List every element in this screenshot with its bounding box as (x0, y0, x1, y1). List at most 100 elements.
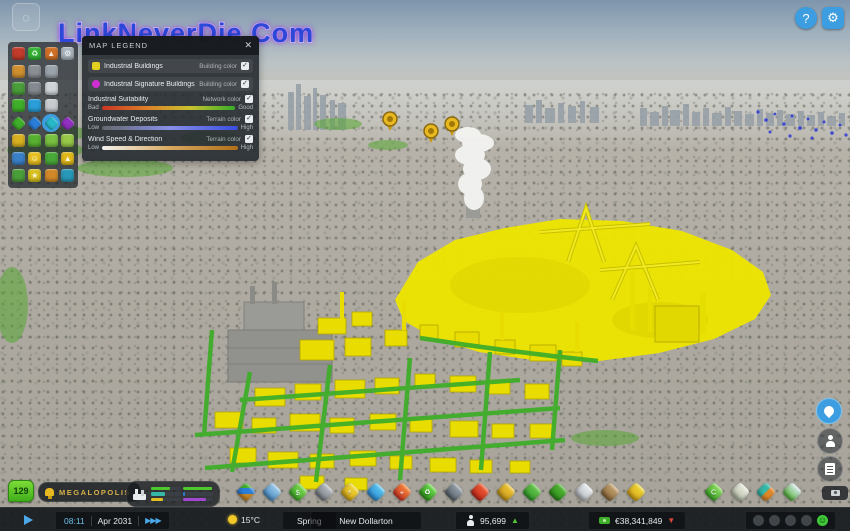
infoview-hazard-icon[interactable]: ▲ (43, 46, 59, 62)
transportation-tool[interactable] (519, 484, 545, 500)
infoview-water-icon[interactable] (27, 98, 43, 114)
sun-icon (228, 515, 237, 524)
weather-widget[interactable]: 15°C (228, 511, 260, 528)
infoview-residential-icon[interactable] (10, 115, 26, 131)
garbage-tool[interactable]: ♻ (415, 484, 441, 500)
person-icon (824, 435, 836, 447)
happiness-step-4 (801, 515, 812, 526)
game-screen: ◌ LinkNeverDie.Com ? ⚙ ♻ ▲ ⚙ (0, 0, 850, 531)
infoview-health-icon[interactable] (43, 98, 59, 114)
infoview-industrial-icon[interactable] (43, 115, 59, 131)
checkbox[interactable]: ✓ (245, 95, 253, 103)
map-pin-icon (822, 404, 836, 418)
happiness-widget[interactable]: ☺ (745, 511, 836, 530)
temperature-value: 15°C (241, 515, 260, 525)
factory-icon (133, 489, 146, 500)
map-legend-panel: MAP LEGEND ✕ Industrial Buildings Buildi… (82, 36, 259, 161)
infoview-maintenance-icon[interactable]: ⚙ (60, 46, 76, 62)
demand-residential-2 (183, 487, 213, 491)
infoview-levels-icon[interactable] (10, 98, 26, 114)
infoview-industry-icon[interactable] (27, 63, 43, 79)
police-tool[interactable] (493, 484, 519, 500)
healthcare-tool[interactable]: + (389, 484, 415, 500)
checkbox[interactable]: ✓ (245, 115, 253, 123)
signature-tool[interactable] (259, 484, 285, 500)
communications-tool[interactable] (571, 484, 597, 500)
infoview-warning-icon[interactable]: ▲ (60, 150, 76, 166)
statistics-panel[interactable] (753, 484, 779, 500)
infoview-terrain-icon[interactable] (10, 150, 26, 166)
monuments-panel[interactable] (779, 484, 805, 500)
economy-zones-tool[interactable]: $ (285, 484, 311, 500)
infoview-happiness-icon[interactable]: ☺ (27, 150, 43, 166)
smokestack (455, 127, 494, 218)
checkbox[interactable]: ✓ (241, 62, 249, 70)
electricity-tool[interactable]: ⚡ (337, 484, 363, 500)
zones-tool[interactable] (233, 484, 259, 500)
demand-indicator[interactable] (126, 481, 220, 507)
factory-complex (228, 282, 332, 382)
economy-panel[interactable]: C (701, 484, 727, 500)
education-tool[interactable] (441, 484, 467, 500)
infoview-progression-icon[interactable] (10, 46, 26, 62)
infoview-growth-icon[interactable] (27, 133, 43, 149)
infoview-welfare-icon[interactable] (10, 63, 26, 79)
infoviews-panel[interactable] (727, 484, 753, 500)
infoview-signal-icon[interactable] (43, 63, 59, 79)
infoview-tourism-icon[interactable] (60, 167, 76, 183)
legend-industrial-buildings: Industrial Buildings Building color ✓ (88, 59, 253, 73)
demand-commercial (151, 492, 181, 496)
corner-button-glyph: ◌ (22, 10, 30, 25)
document-icon (825, 463, 835, 475)
infoview-landvalue-icon[interactable] (10, 133, 26, 149)
milestone-label: MEGALOPOLIS (59, 488, 131, 497)
infoview-chirper-icon[interactable] (43, 80, 59, 96)
map-legend-header: MAP LEGEND ✕ (82, 36, 259, 55)
checkbox[interactable]: ✓ (245, 135, 253, 143)
journal-panel-button[interactable] (817, 456, 843, 482)
money-icon (599, 517, 610, 524)
map-pin-markers (383, 112, 459, 143)
population-widget[interactable]: 95,699 ▲ (455, 511, 530, 530)
legend-groundwater-deposits: Groundwater Deposits Terrain color ✓ Low… (88, 115, 253, 131)
landscaping-tool[interactable] (597, 484, 623, 500)
infoview-buildings-icon[interactable] (10, 80, 26, 96)
citizen-panel-button[interactable] (817, 428, 843, 454)
infoview-office-icon[interactable] (60, 115, 76, 131)
infoview-resources-icon[interactable] (43, 167, 59, 183)
photo-mode-button[interactable] (822, 486, 848, 500)
happiness-step-3 (785, 515, 796, 526)
play-button[interactable] (24, 511, 33, 528)
distant-skyline (288, 84, 845, 130)
water-tool[interactable] (363, 484, 389, 500)
industrial-zone-overlay (395, 208, 771, 361)
city-name-pill[interactable]: New Dollarton (310, 511, 422, 530)
infoview-traffic-icon[interactable] (27, 80, 43, 96)
corner-button[interactable]: ◌ (12, 3, 40, 31)
roads-tool[interactable] (311, 484, 337, 500)
fire-rescue-tool[interactable] (467, 484, 493, 500)
infoview-nature-icon[interactable] (10, 167, 26, 183)
speed-controls[interactable]: ▶▶▶ (145, 516, 160, 525)
money-widget[interactable]: €38,341,849 ▼ (588, 511, 686, 530)
settings-button[interactable]: ⚙ (822, 7, 844, 29)
demand-residential (151, 487, 181, 491)
help-button[interactable]: ? (795, 7, 817, 29)
checkbox[interactable]: ✓ (241, 80, 249, 88)
time-display: 08:11 (64, 516, 85, 526)
parks-tool[interactable] (545, 484, 571, 500)
infoview-forestry-icon[interactable] (60, 133, 76, 149)
infoview-active-button[interactable] (816, 398, 842, 424)
gear-icon: ⚙ (827, 10, 839, 26)
close-icon[interactable]: ✕ (244, 40, 252, 51)
infoview-economy-icon[interactable] (43, 150, 59, 166)
status-bar: 08:11 Apr 2031 ▶▶▶ 15°C Spring New Dolla… (0, 507, 850, 531)
xp-level-badge[interactable]: 129 (8, 480, 34, 502)
signature-industry-tool[interactable] (623, 484, 649, 500)
time-controls: 08:11 Apr 2031 ▶▶▶ (55, 511, 170, 530)
infoview-farming-icon[interactable] (43, 133, 59, 149)
infoview-attractiveness-icon[interactable]: ★ (27, 167, 43, 183)
infoview-garbage-icon[interactable]: ♻ (27, 46, 43, 62)
money-down-arrow: ▼ (667, 516, 675, 525)
infoview-commercial-icon[interactable] (27, 115, 43, 131)
